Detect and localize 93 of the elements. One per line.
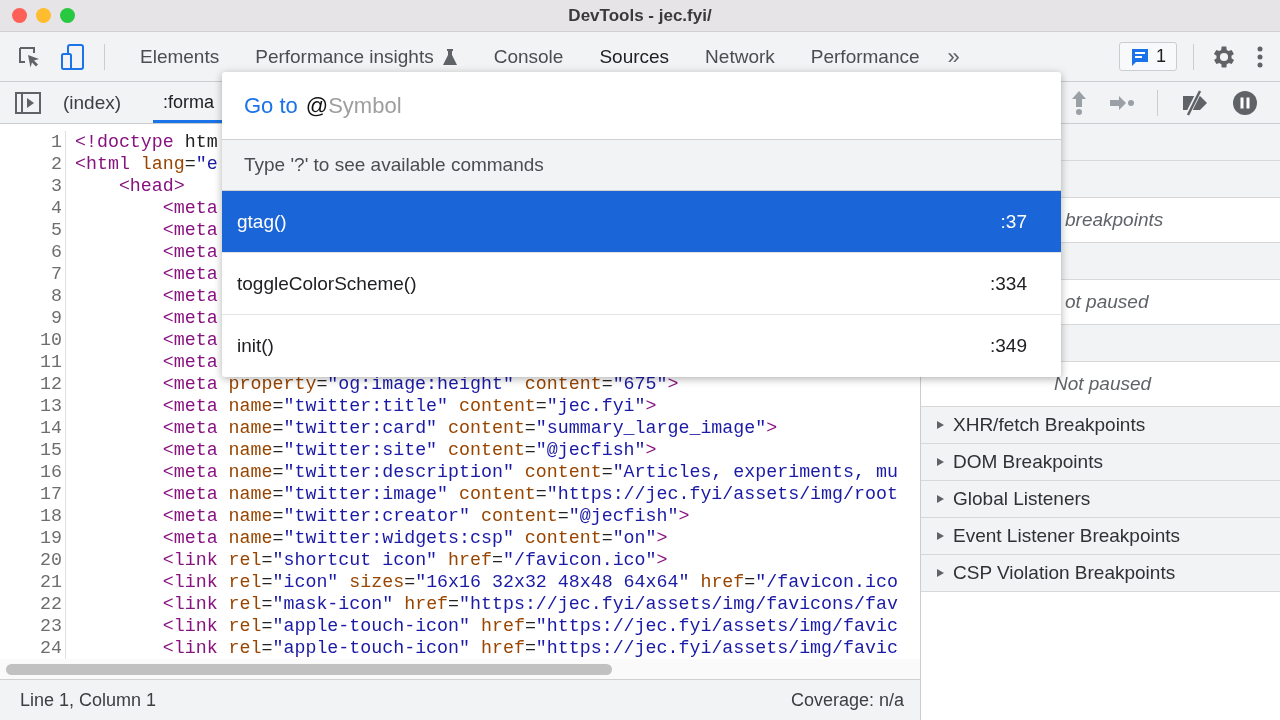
- device-icon[interactable]: [60, 42, 86, 71]
- line-number: 12: [39, 373, 62, 395]
- close-button[interactable]: [12, 8, 27, 23]
- line-number: 20: [39, 549, 62, 571]
- panel-tab[interactable]: Performance: [810, 41, 920, 72]
- sidebar-toggle-icon[interactable]: [15, 91, 41, 114]
- message-icon: [1130, 46, 1150, 67]
- panel-tab[interactable]: Network: [705, 41, 775, 72]
- line-number: 22: [39, 593, 62, 615]
- line-number: 16: [39, 461, 62, 483]
- code-line: <link rel="apple-touch-icon" href="https://jec.fyi/assets/img/favic: [161, 637, 898, 659]
- section-title: Event Listener Breakpoints: [953, 525, 1181, 547]
- code-line: <meta name="twitter:title" content="jec.fyi">: [161, 395, 657, 417]
- line-number: 19: [39, 527, 62, 549]
- more-tabs-button[interactable]: »: [937, 43, 970, 70]
- code-line: <meta name="twitter:widgets:csp" content="on">: [161, 527, 668, 549]
- deactivate-breakpoints-icon[interactable]: [1180, 89, 1210, 116]
- pane-section-header[interactable]: Global Listeners: [921, 481, 1280, 518]
- code-line: <meta: [161, 351, 218, 373]
- symbol-name: gtag(): [237, 210, 287, 233]
- line-number: :349: [990, 335, 1027, 357]
- line-number: 5: [50, 219, 62, 241]
- panel-tab[interactable]: Performance insights: [255, 41, 458, 72]
- code-line: <meta name="twitter:creator" content="@jecfish">: [161, 505, 690, 527]
- line-number: 17: [39, 483, 62, 505]
- code-line: <meta: [161, 263, 218, 285]
- line-number: 7: [50, 263, 62, 285]
- help-text: Type '?' to see available commands: [244, 154, 544, 176]
- line-number: 18: [39, 505, 62, 527]
- code-line: <meta name="twitter:image" content="https://jec.fyi/assets/img/root: [161, 483, 898, 505]
- code-line: <link rel="shortcut icon" href="/favicon.ico">: [161, 549, 668, 571]
- code-line: <meta: [161, 241, 218, 263]
- section-title: DOM Breakpoints: [953, 451, 1103, 473]
- section-title: XHR/fetch Breakpoints: [953, 414, 1146, 436]
- pane-section-header[interactable]: CSP Violation Breakpoints: [921, 555, 1280, 592]
- code-line: <meta: [161, 197, 218, 219]
- code-line: <head>: [117, 175, 185, 197]
- step-out-icon[interactable]: [1071, 89, 1087, 116]
- cursor-position: Line 1, Column 1: [20, 689, 157, 711]
- pane-section-header[interactable]: Event Listener Breakpoints: [921, 518, 1280, 555]
- code-line: <meta name="twitter:description" content="Articles, experiments, mu: [161, 461, 898, 483]
- symbol-item[interactable]: toggleColorScheme() :334: [222, 253, 1061, 315]
- code-line: <link rel="mask-icon" href="https://jec.fyi/assets/img/favicons/fav: [161, 593, 898, 615]
- code-line: <meta name="twitter:card" content="summary_large_image">: [161, 417, 778, 439]
- line-number: :334: [990, 272, 1027, 295]
- line-number: 8: [50, 285, 62, 307]
- line-number: 4: [50, 197, 62, 219]
- line-number: 6: [50, 241, 62, 263]
- line-number: 3: [50, 175, 62, 197]
- line-number: 14: [39, 417, 62, 439]
- symbol-item[interactable]: gtag() :37: [222, 191, 1061, 253]
- pane-section-header[interactable]: XHR/fetch Breakpoints: [921, 407, 1280, 444]
- autocomplete-hint: Symbol: [328, 92, 402, 119]
- pane-message: breakpoints: [1065, 209, 1164, 231]
- scrollbar-thumb[interactable]: [6, 663, 612, 675]
- symbol-name: toggleColorScheme(): [237, 272, 417, 295]
- line-number: 1: [50, 131, 62, 153]
- pane-message: ot paused: [1065, 291, 1149, 313]
- window-title: DevTools - jec.fyi/: [568, 5, 712, 26]
- code-line: <meta: [161, 329, 218, 351]
- line-number: 24: [39, 637, 62, 659]
- typed-text: @: [305, 92, 329, 119]
- code-line: <meta: [161, 307, 218, 329]
- section-title: Global Listeners: [953, 488, 1091, 510]
- pane-section-header[interactable]: DOM Breakpoints: [921, 444, 1280, 481]
- line-number: 11: [39, 351, 62, 373]
- code-line: <link rel="apple-touch-icon" href="https://jec.fyi/assets/img/favic: [161, 615, 898, 637]
- prompt-prefix: Go to: [244, 92, 298, 119]
- line-number: 2: [50, 153, 62, 175]
- code-line: <meta: [161, 219, 218, 241]
- panel-tab[interactable]: Elements: [140, 41, 220, 72]
- code-line: <!doctype htm: [75, 131, 218, 153]
- code-line: <html lang="e: [75, 153, 218, 175]
- line-number: 21: [39, 571, 62, 593]
- more-menu-icon[interactable]: [1256, 44, 1264, 69]
- panel-tab[interactable]: Sources: [599, 41, 670, 72]
- code-line: <meta name="twitter:site" content="@jecfish">: [161, 439, 657, 461]
- line-number: 13: [39, 395, 62, 417]
- code-line: <link rel="icon" sizes="16x16 32x32 48x48 64x64" href="/favicon.ico: [161, 571, 898, 593]
- code-line: <meta: [161, 285, 218, 307]
- symbol-name: init(): [237, 335, 274, 357]
- line-number: 10: [39, 329, 62, 351]
- panel-tab[interactable]: Console: [493, 41, 564, 72]
- issues-button[interactable]: 1: [1119, 42, 1177, 71]
- pause-icon[interactable]: [1232, 89, 1258, 116]
- coverage-label: Coverage: n/a: [790, 689, 904, 711]
- line-number: 23: [39, 615, 62, 637]
- section-title: CSP Violation Breakpoints: [953, 562, 1176, 584]
- file-tab[interactable]: (index): [63, 82, 154, 123]
- step-icon[interactable]: [1109, 94, 1135, 111]
- line-number: 15: [39, 439, 62, 461]
- line-number: :37: [1000, 210, 1027, 233]
- line-number: 9: [50, 307, 62, 329]
